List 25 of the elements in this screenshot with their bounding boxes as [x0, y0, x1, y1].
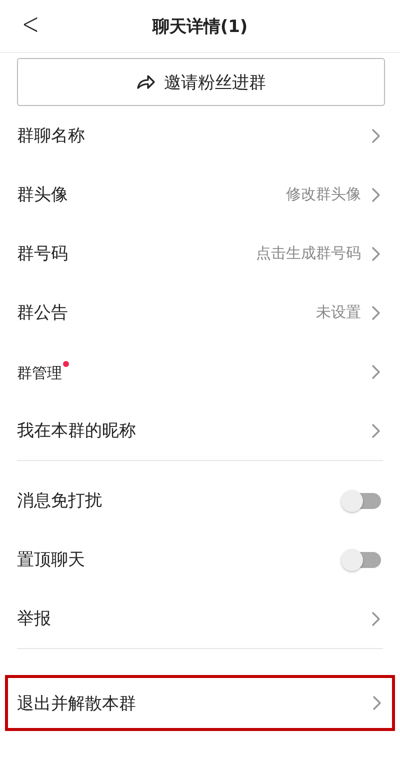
window-title: 聊天详情(1) — [152, 16, 248, 38]
row-label: 群号码 — [17, 243, 68, 265]
row-label: 置顶聊天 — [17, 549, 85, 571]
chevron-right-icon — [371, 610, 381, 626]
row-label: 退出并解散本群 — [17, 692, 136, 714]
chevron-right-icon — [371, 128, 381, 144]
chevron-right-icon — [372, 695, 382, 711]
row-label: 群管理 — [17, 362, 62, 382]
row-label: 我在本群的昵称 — [17, 420, 136, 442]
row-label: 群聊名称 — [17, 125, 85, 147]
row-value: 点击生成群号码 — [256, 244, 361, 263]
chevron-right-icon — [371, 304, 381, 320]
chevron-right-icon — [371, 246, 381, 262]
chevron-right-icon — [371, 422, 381, 438]
invite-button[interactable]: 邀请粉丝进群 — [17, 58, 385, 106]
back-button[interactable]: < — [18, 8, 44, 42]
row-value: 修改群头像 — [286, 185, 361, 204]
row-value: 未设置 — [316, 303, 361, 322]
share-arrow-icon — [136, 73, 156, 91]
row-label: 群头像 — [17, 184, 68, 206]
row-label: 举报 — [17, 608, 51, 630]
chevron-right-icon — [371, 186, 381, 202]
chevron-right-icon — [371, 364, 381, 380]
row-label: 消息免打扰 — [17, 490, 102, 512]
row-label: 群公告 — [17, 302, 68, 324]
